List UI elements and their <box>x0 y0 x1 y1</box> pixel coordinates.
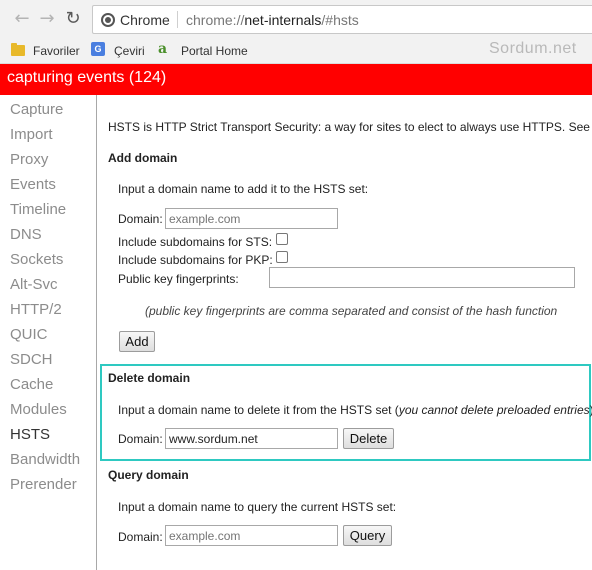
query-domain-heading: Query domain <box>108 468 189 482</box>
pkp-subdomains-checkbox[interactable] <box>276 251 288 263</box>
sts-subdomains-checkbox[interactable] <box>276 233 288 245</box>
delete-domain-label: Domain: <box>118 432 163 446</box>
query-domain-label: Domain: <box>118 530 163 544</box>
delete-domain-description: Input a domain name to delete it from th… <box>118 403 592 417</box>
delete-domain-input[interactable] <box>165 428 338 449</box>
address-separator <box>177 11 178 28</box>
query-button[interactable]: Query <box>343 525 392 546</box>
back-button[interactable]: ← <box>12 9 32 29</box>
delete-description-main: Input a domain name to delete it from th… <box>118 403 399 417</box>
capture-status-bar: capturing events (124) <box>0 64 592 95</box>
browser-toolbar: ← → ↻ Chrome chrome://net-internals/#hst… <box>0 0 592 38</box>
reload-button[interactable]: ↻ <box>63 9 83 29</box>
sidebar-item-events[interactable]: Events <box>10 174 56 196</box>
sidebar-item-hsts[interactable]: HSTS <box>10 424 50 446</box>
capture-status-text: capturing events (124) <box>7 69 167 86</box>
sidebar-item-proxy[interactable]: Proxy <box>10 149 48 171</box>
forward-button[interactable]: → <box>37 9 57 29</box>
site-chip-label: Chrome <box>120 12 170 28</box>
sidebar-item-bandwidth[interactable]: Bandwidth <box>10 449 80 471</box>
delete-button[interactable]: Delete <box>343 428 394 449</box>
portal-icon: a <box>158 41 168 57</box>
sidebar-item-modules[interactable]: Modules <box>10 399 67 421</box>
sidebar-item-dns[interactable]: DNS <box>10 224 42 246</box>
bookmark-portal-home[interactable]: Portal Home <box>181 42 248 60</box>
sidebar-item-cache[interactable]: Cache <box>10 374 53 396</box>
google-translate-icon: G <box>91 42 105 56</box>
sidebar-item-capture[interactable]: Capture <box>10 99 63 121</box>
fingerprints-note: (public key fingerprints are comma separ… <box>145 304 558 318</box>
bookmark-ceviri[interactable]: Çeviri <box>114 42 145 60</box>
sidebar-item-prerender[interactable]: Prerender <box>10 474 77 496</box>
sidebar-item-import[interactable]: Import <box>10 124 53 146</box>
url-path: /#hsts <box>321 12 359 28</box>
bookmark-favoriler[interactable]: Favoriler <box>33 42 80 60</box>
pkp-subdomains-label: Include subdomains for PKP: <box>118 253 273 267</box>
add-domain-description: Input a domain name to add it to the HST… <box>118 182 369 196</box>
public-key-fingerprints-input[interactable] <box>269 267 575 288</box>
net-internals-sidebar: Capture Import Proxy Events Timeline DNS… <box>0 95 97 570</box>
sidebar-item-sdch[interactable]: SDCH <box>10 349 53 371</box>
bookmarks-bar: Favoriler G Çeviri a Portal Home Sordum.… <box>0 38 592 64</box>
query-domain-input[interactable] <box>165 525 338 546</box>
hsts-panel: HSTS is HTTP Strict Transport Security: … <box>98 95 592 570</box>
folder-icon <box>11 43 25 56</box>
add-domain-heading: Add domain <box>108 151 178 165</box>
sts-subdomains-label: Include subdomains for STS: <box>118 235 273 249</box>
add-button[interactable]: Add <box>119 331 155 352</box>
sidebar-item-sockets[interactable]: Sockets <box>10 249 63 271</box>
delete-description-note: you cannot delete preloaded entries <box>398 403 590 417</box>
delete-domain-heading: Delete domain <box>108 371 191 385</box>
sidebar-item-timeline[interactable]: Timeline <box>10 199 66 221</box>
sidebar-item-alt-svc[interactable]: Alt-Svc <box>10 274 58 296</box>
public-key-fingerprints-label: Public key fingerprints: <box>118 272 239 286</box>
watermark: Sordum.net <box>489 40 577 57</box>
address-url[interactable]: chrome://net-internals/#hsts <box>186 12 359 28</box>
query-domain-description: Input a domain name to query the current… <box>118 500 397 514</box>
add-domain-input[interactable] <box>165 208 338 229</box>
address-bar[interactable]: Chrome chrome://net-internals/#hsts <box>92 5 592 34</box>
url-host: net-internals <box>244 12 322 28</box>
sidebar-item-http2[interactable]: HTTP/2 <box>10 299 62 321</box>
sidebar-item-quic[interactable]: QUIC <box>10 324 48 346</box>
add-domain-label: Domain: <box>118 212 163 226</box>
hsts-intro: HSTS is HTTP Strict Transport Security: … <box>108 120 590 134</box>
chrome-page-icon <box>101 13 115 27</box>
url-scheme: chrome:// <box>186 12 245 28</box>
